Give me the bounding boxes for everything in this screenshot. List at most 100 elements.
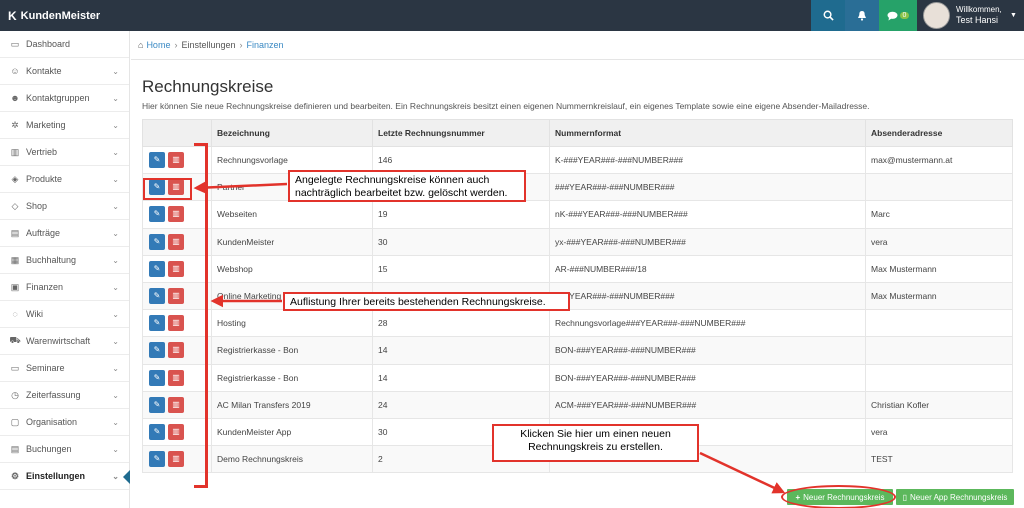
sidebar-item[interactable]: ☺ Kontakte ⌄ xyxy=(0,58,129,85)
edit-button[interactable]: ✎ xyxy=(149,260,165,277)
table-row: ✎ ▥ Online Marketing ###YEAR###-###NUMBER##… xyxy=(142,281,1013,311)
invoice-circles-table: Bezeichnung Letzte Rechnungsnummer Numme… xyxy=(142,119,1013,474)
time-icon: ◷ xyxy=(11,389,19,400)
breadcrumb-settings[interactable]: Einstellungen xyxy=(181,40,235,50)
logo-icon: K xyxy=(8,9,17,23)
breadcrumb-home[interactable]: Home xyxy=(146,40,170,50)
avatar[interactable] xyxy=(923,2,950,29)
edit-button[interactable]: ✎ xyxy=(149,369,165,386)
column-header[interactable]: Letzte Rechnungsnummer xyxy=(372,119,550,147)
settings-icon: ⚙ xyxy=(10,470,20,481)
sidebar-item[interactable]: ▭ Dashboard xyxy=(0,31,129,58)
sidebar-item[interactable]: ▣ Finanzen ⌄ xyxy=(0,274,129,301)
delete-button[interactable]: ▥ xyxy=(168,152,184,169)
pencil-icon: ✎ xyxy=(153,209,161,219)
sidebar-item[interactable]: ▭ Seminare ⌄ xyxy=(0,355,129,382)
sidebar-item[interactable]: ✲ Marketing ⌄ xyxy=(0,112,129,139)
cell-format: K-###YEAR###-###NUMBER### xyxy=(549,145,866,175)
page-title: Rechnungskreise xyxy=(142,77,274,96)
orders-icon: ▤ xyxy=(10,227,20,238)
trash-icon: ▥ xyxy=(172,236,180,246)
edit-button[interactable]: ✎ xyxy=(149,233,165,250)
sidebar-item[interactable]: ▥ Vertrieb ⌄ xyxy=(0,139,129,166)
edit-button[interactable]: ✎ xyxy=(149,451,165,468)
bookings-icon: ▤ xyxy=(10,443,20,454)
sales-icon: ▥ xyxy=(10,146,20,157)
table-row: ✎ ▥ Registrierkasse - Bon 14 BON-###YEAR###-… xyxy=(142,363,1013,392)
messages-button[interactable]: 0 xyxy=(879,0,917,31)
delete-button[interactable]: ▥ xyxy=(168,369,184,386)
table-row: ✎ ▥ Rechnungsvorlage 146 K-###YEAR###-###NUM… xyxy=(142,145,1013,175)
sidebar-item[interactable]: ◷ Zeiterfassung ⌄ xyxy=(0,382,129,409)
edit-button[interactable]: ✎ xyxy=(149,423,165,440)
cell-name: Webseiten xyxy=(211,200,373,229)
sidebar-item[interactable]: ☻ Kontaktgruppen ⌄ xyxy=(0,85,129,112)
cell-format: BON-###YEAR###-###NUMBER### xyxy=(549,363,866,392)
column-header[interactable]: Bezeichnung xyxy=(211,119,373,147)
sidebar-item[interactable]: ⛟ Warenwirtschaft ⌄ xyxy=(0,328,129,355)
delete-button[interactable]: ▥ xyxy=(168,451,184,468)
search-button[interactable] xyxy=(811,0,845,31)
chevron-down-icon: ⌄ xyxy=(112,93,119,103)
sidebar-item-label: Marketing xyxy=(26,120,66,130)
sidebar-item[interactable]: ◈ Produkte ⌄ xyxy=(0,166,129,193)
caret-down-icon[interactable]: ▼ xyxy=(1010,12,1017,19)
edit-button[interactable]: ✎ xyxy=(149,342,165,359)
breadcrumb-separator: › xyxy=(239,40,243,50)
inventory-icon: ⛟ xyxy=(9,335,21,345)
pencil-icon: ✎ xyxy=(153,291,161,301)
chevron-down-icon: ⌄ xyxy=(112,309,119,319)
sidebar-item[interactable]: ▦ Buchhaltung ⌄ xyxy=(0,247,129,274)
delete-button[interactable]: ▥ xyxy=(168,233,184,250)
new-app-invoice-circle-button[interactable]: ▯ Neuer App Rechnungskreis xyxy=(896,489,1014,505)
chevron-down-icon: ⌄ xyxy=(112,255,119,265)
annotation-edit-delete: Angelegte Rechnungskreise können auch na… xyxy=(288,170,526,202)
chevron-down-icon: ⌄ xyxy=(112,228,119,238)
trash-icon: ▥ xyxy=(172,399,180,409)
edit-button[interactable]: ✎ xyxy=(149,152,165,169)
chevron-down-icon: ⌄ xyxy=(112,147,119,157)
chat-icon xyxy=(887,11,898,20)
page-description: Hier können Sie neue Rechnungskreise def… xyxy=(142,101,870,111)
sidebar-item[interactable]: ◇ Shop ⌄ xyxy=(0,193,129,220)
column-header[interactable]: Absenderadresse xyxy=(865,119,1013,147)
brand-logo[interactable]: K KundenMeister xyxy=(8,9,100,23)
cell-sender xyxy=(865,363,1013,392)
edit-button[interactable]: ✎ xyxy=(149,396,165,413)
notifications-button[interactable] xyxy=(845,0,879,31)
sidebar-item[interactable]: ▢ Organisation ⌄ xyxy=(0,409,129,436)
pencil-icon: ✎ xyxy=(153,426,161,436)
contacts-icon: ☺ xyxy=(10,66,20,76)
delete-button[interactable]: ▥ xyxy=(168,396,184,413)
delete-button[interactable]: ▥ xyxy=(168,423,184,440)
delete-button[interactable]: ▥ xyxy=(168,288,184,305)
cell-sender: Max Mustermann xyxy=(865,254,1013,283)
trash-icon: ▥ xyxy=(172,291,180,301)
cell-name: Demo Rechnungskreis xyxy=(211,445,373,474)
edit-button[interactable]: ✎ xyxy=(149,315,165,332)
active-indicator xyxy=(123,470,130,484)
sidebar-item[interactable]: ▤ Aufträge ⌄ xyxy=(0,220,129,247)
cell-sender: Max Mustermann xyxy=(865,281,1013,311)
bell-icon xyxy=(858,11,866,21)
marketing-icon: ✲ xyxy=(11,119,19,130)
breadcrumb-current[interactable]: Finanzen xyxy=(247,40,284,50)
sidebar-item[interactable]: ▤ Buchungen ⌄ xyxy=(0,436,129,463)
user-menu[interactable]: Willkommen, Test Hansi xyxy=(956,5,1002,25)
delete-button[interactable]: ▥ xyxy=(168,342,184,359)
cell-format: ###YEAR###-###NUMBER### xyxy=(549,281,866,311)
delete-button[interactable]: ▥ xyxy=(168,206,184,223)
cell-format: ###YEAR###-###NUMBER### xyxy=(549,173,866,202)
cell-last: 15 xyxy=(372,254,550,283)
cell-last: 14 xyxy=(372,363,550,392)
sidebar-item-label: Produkte xyxy=(26,174,63,184)
column-header[interactable]: Nummernformat xyxy=(549,119,866,147)
edit-button[interactable]: ✎ xyxy=(149,288,165,305)
sidebar-item-label: Seminare xyxy=(26,363,65,373)
edit-button[interactable]: ✎ xyxy=(149,206,165,223)
sidebar-item[interactable]: ⚙ Einstellungen ⌄ xyxy=(0,463,130,490)
sidebar-item[interactable]: ◌ Wiki ⌄ xyxy=(0,301,129,328)
delete-button[interactable]: ▥ xyxy=(168,315,184,332)
pencil-icon: ✎ xyxy=(153,345,161,355)
delete-button[interactable]: ▥ xyxy=(168,260,184,277)
